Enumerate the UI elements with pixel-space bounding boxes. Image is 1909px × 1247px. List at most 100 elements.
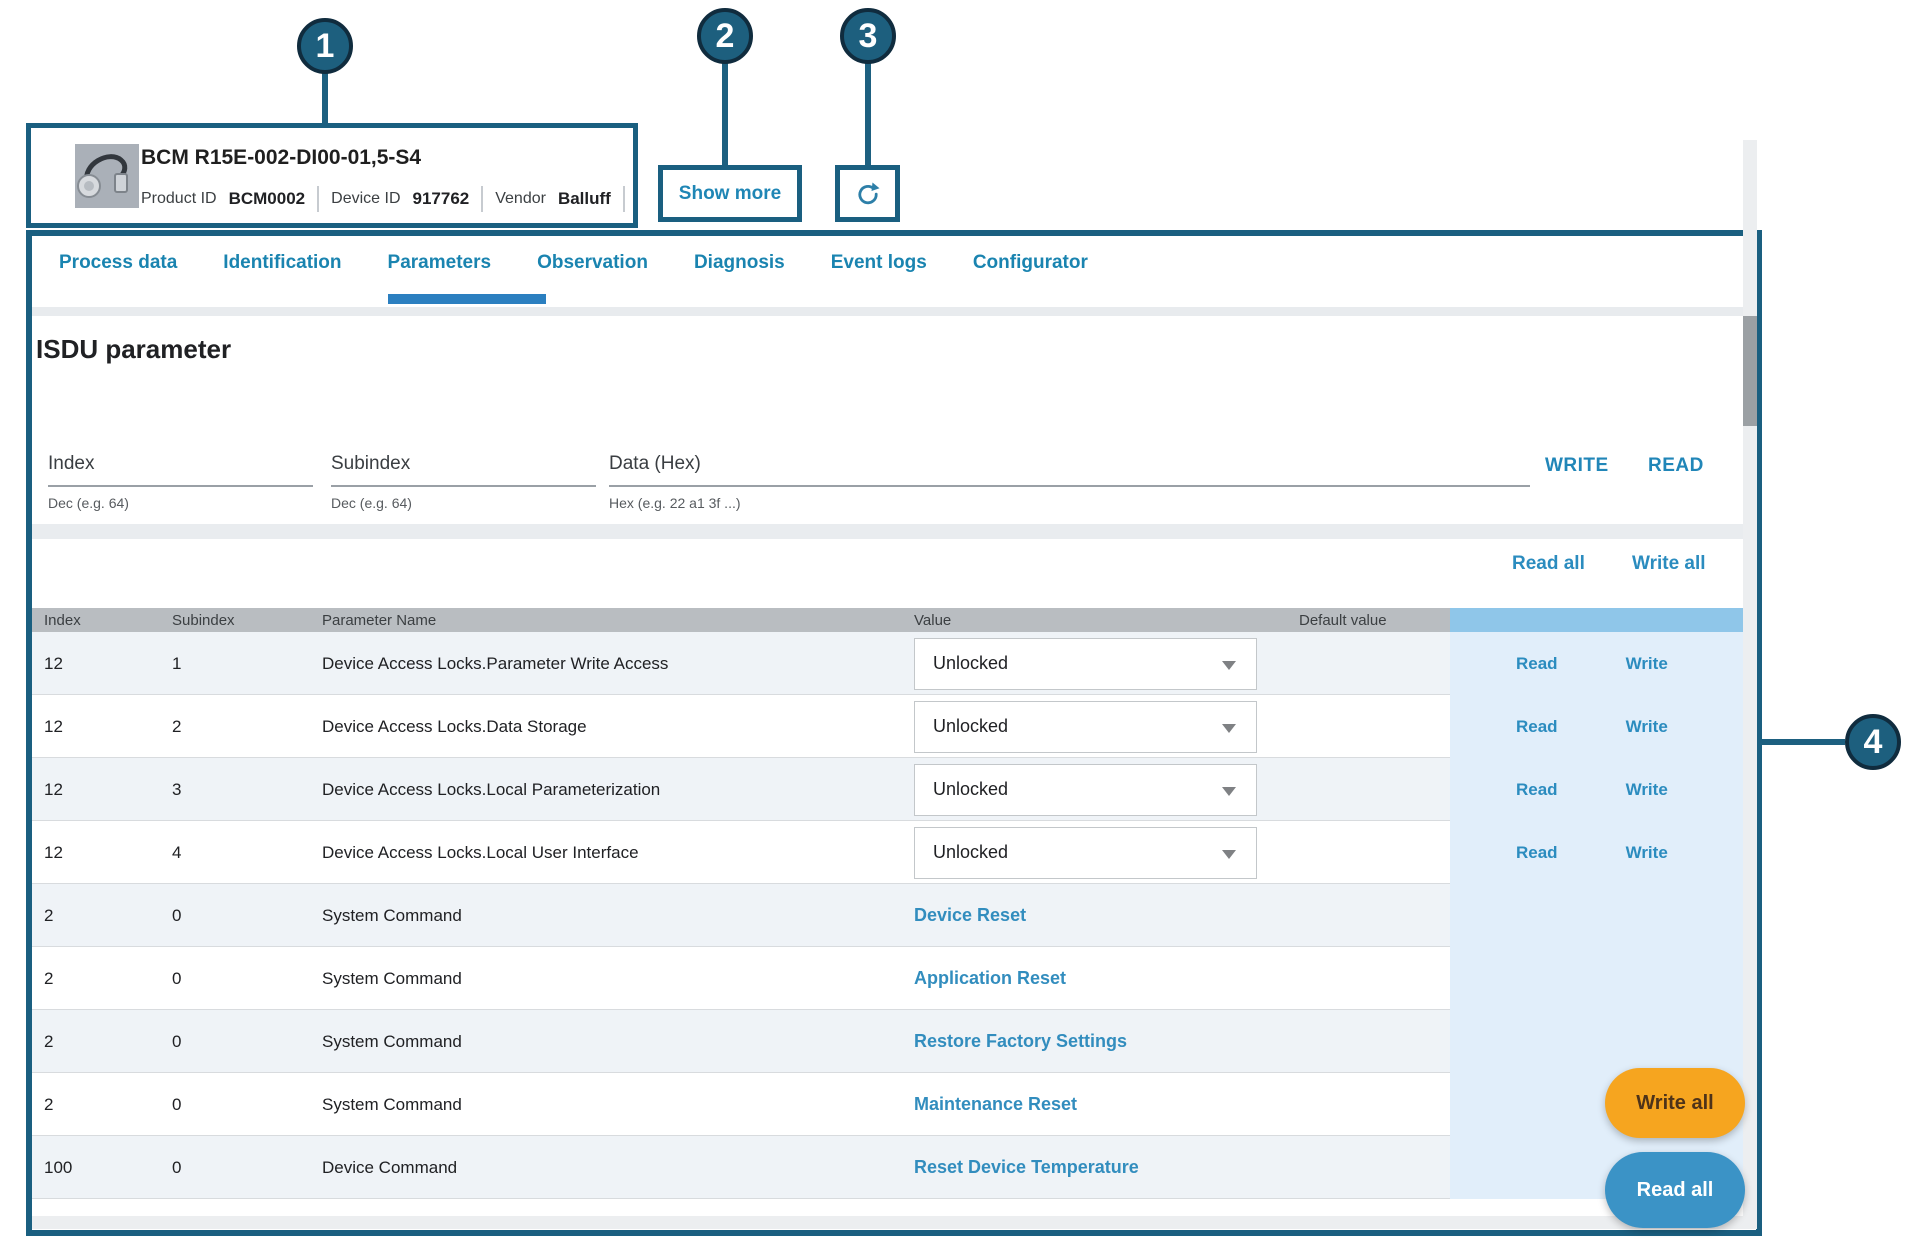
tab-parameters[interactable]: Parameters (388, 252, 492, 274)
row-read-link[interactable]: Read (1516, 780, 1558, 800)
cell-parameter-name: Device Access Locks.Parameter Write Acce… (310, 654, 902, 674)
cell-subindex: 0 (160, 969, 310, 989)
tab-configurator[interactable]: Configurator (973, 252, 1088, 274)
chevron-down-icon (1222, 787, 1236, 796)
callout-badge-2: 2 (697, 8, 753, 64)
row-write-link[interactable]: Write (1626, 654, 1668, 674)
cell-index: 2 (32, 969, 160, 989)
chevron-down-icon (1222, 724, 1236, 733)
tab-event-logs[interactable]: Event logs (831, 252, 927, 274)
value-dropdown[interactable]: Unlocked (914, 764, 1257, 816)
tab-observation[interactable]: Observation (537, 252, 648, 274)
dropdown-value: Unlocked (933, 653, 1008, 674)
tab-process-data[interactable]: Process data (59, 252, 177, 274)
row-read-link[interactable]: Read (1516, 843, 1558, 863)
cell-index: 12 (32, 654, 160, 674)
table-row: 100 0 Device Command Reset Device Temper… (32, 1136, 1743, 1199)
tab-bar: Process data Identification Parameters O… (32, 252, 1088, 274)
table-row: 2 0 System Command Restore Factory Setti… (32, 1010, 1743, 1073)
col-header-name: Parameter Name (310, 612, 902, 629)
index-field-label: Index (48, 453, 313, 475)
table-row: 12 1 Device Access Locks.Parameter Write… (32, 632, 1743, 695)
table-row: 2 0 System Command Application Reset (32, 947, 1743, 1010)
cell-subindex: 1 (160, 654, 310, 674)
command-link-application-reset[interactable]: Application Reset (914, 968, 1066, 988)
table-header: Index Subindex Parameter Name Value Defa… (32, 608, 1743, 632)
dropdown-value: Unlocked (933, 716, 1008, 737)
show-more-button[interactable]: Show more (658, 165, 802, 222)
cell-index: 12 (32, 717, 160, 737)
cell-subindex: 0 (160, 1158, 310, 1178)
row-write-link[interactable]: Write (1626, 843, 1668, 863)
read-all-fab[interactable]: Read all (1605, 1152, 1745, 1228)
cell-subindex: 2 (160, 717, 310, 737)
cell-index: 12 (32, 780, 160, 800)
isdu-write-button[interactable]: WRITE (1545, 455, 1609, 477)
section-divider (32, 524, 1743, 539)
cell-index: 2 (32, 906, 160, 926)
cell-parameter-name: System Command (310, 1095, 902, 1115)
subindex-field-label: Subindex (331, 453, 596, 475)
cell-index: 100 (32, 1158, 160, 1178)
table-row: 12 3 Device Access Locks.Local Parameter… (32, 758, 1743, 821)
row-actions: Read Write (1450, 695, 1743, 758)
cell-index: 2 (32, 1032, 160, 1052)
refresh-button[interactable] (835, 165, 900, 222)
write-all-fab[interactable]: Write all (1605, 1068, 1745, 1138)
row-actions: Read Write (1450, 821, 1743, 884)
command-link-device-reset[interactable]: Device Reset (914, 905, 1026, 925)
index-field[interactable]: Index Dec (e.g. 64) (48, 453, 313, 511)
command-link-restore-factory-settings[interactable]: Restore Factory Settings (914, 1031, 1127, 1051)
row-write-link[interactable]: Write (1626, 780, 1668, 800)
data-hex-field[interactable]: Data (Hex) Hex (e.g. 22 a1 3f ...) (609, 453, 1530, 511)
row-read-link[interactable]: Read (1516, 717, 1558, 737)
tabs-divider (32, 307, 1743, 316)
isdu-read-button[interactable]: READ (1648, 455, 1704, 477)
subindex-field-hint: Dec (e.g. 64) (331, 495, 596, 511)
subindex-field-underline (331, 485, 596, 487)
callout-line-2 (722, 62, 728, 165)
tab-diagnosis[interactable]: Diagnosis (694, 252, 785, 274)
read-all-link[interactable]: Read all (1512, 553, 1585, 575)
row-actions (1450, 1010, 1743, 1073)
value-dropdown[interactable]: Unlocked (914, 638, 1257, 690)
row-actions: Read Write (1450, 632, 1743, 695)
subindex-field[interactable]: Subindex Dec (e.g. 64) (331, 453, 596, 511)
callout-badge-4: 4 (1845, 714, 1901, 770)
horizontal-scrollbar[interactable] (32, 1216, 1743, 1229)
write-all-link[interactable]: Write all (1632, 553, 1706, 575)
row-actions (1450, 884, 1743, 947)
vertical-scrollbar[interactable] (1743, 140, 1757, 1229)
data-hex-field-label: Data (Hex) (609, 453, 1530, 475)
cell-parameter-name: System Command (310, 906, 902, 926)
data-hex-field-hint: Hex (e.g. 22 a1 3f ...) (609, 495, 1530, 511)
command-link-maintenance-reset[interactable]: Maintenance Reset (914, 1094, 1077, 1114)
col-header-index: Index (32, 612, 160, 629)
row-read-link[interactable]: Read (1516, 654, 1558, 674)
device-id-label: Device ID (331, 190, 400, 208)
tab-identification[interactable]: Identification (223, 252, 341, 274)
dropdown-value: Unlocked (933, 779, 1008, 800)
product-id-label: Product ID (141, 190, 217, 208)
vendor-label: Vendor (495, 190, 546, 208)
value-dropdown[interactable]: Unlocked (914, 701, 1257, 753)
cell-parameter-name: Device Access Locks.Local User Interface (310, 843, 902, 863)
table-row: 2 0 System Command Maintenance Reset (32, 1073, 1743, 1136)
row-actions (1450, 947, 1743, 1010)
table-filler-row (32, 1199, 1743, 1215)
device-photo (75, 144, 139, 208)
table-row: 2 0 System Command Device Reset (32, 884, 1743, 947)
row-write-link[interactable]: Write (1626, 717, 1668, 737)
command-link-reset-device-temperature[interactable]: Reset Device Temperature (914, 1157, 1139, 1177)
active-tab-indicator (388, 294, 546, 304)
callout-line-1 (322, 72, 328, 123)
parameter-table: Index Subindex Parameter Name Value Defa… (32, 608, 1743, 1215)
value-dropdown[interactable]: Unlocked (914, 827, 1257, 879)
callout-badge-3: 3 (840, 8, 896, 64)
data-hex-field-underline (609, 485, 1530, 487)
cell-parameter-name: Device Access Locks.Data Storage (310, 717, 902, 737)
chevron-down-icon (1222, 661, 1236, 670)
vertical-scrollbar-thumb[interactable] (1743, 316, 1757, 426)
table-row: 12 2 Device Access Locks.Data Storage Un… (32, 695, 1743, 758)
cell-subindex: 0 (160, 1032, 310, 1052)
